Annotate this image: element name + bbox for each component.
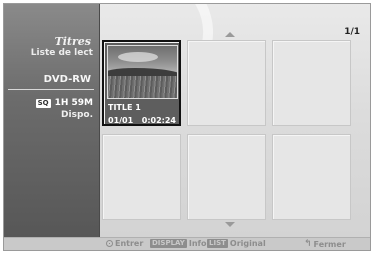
enter-hint[interactable]: Entrer <box>106 239 143 248</box>
page-indicator: 1/1 <box>344 27 360 37</box>
title-grid: TITLE 1 01/01 0:02:24 <box>102 40 352 220</box>
display-info-hint[interactable]: DISPLAY Info <box>150 239 207 248</box>
empty-slot[interactable] <box>272 40 351 126</box>
scroll-down-arrow-icon[interactable] <box>225 222 235 227</box>
list-original-hint[interactable]: LIST Original <box>207 239 266 248</box>
remaining-time-row: SQ 1H 59M <box>35 98 93 108</box>
menu-subtitle: Liste de lect <box>30 48 93 58</box>
disc-type: DVD-RW <box>43 74 91 85</box>
list-key-icon: LIST <box>207 239 228 248</box>
empty-slot[interactable] <box>187 40 266 126</box>
title-duration: 0:02:24 <box>141 116 176 125</box>
empty-slot[interactable] <box>272 134 351 220</box>
footer-hints: Entrer DISPLAY Info LIST Original ↰ Ferm… <box>4 237 370 250</box>
enter-button-icon <box>106 240 113 247</box>
return-icon: ↰ <box>304 239 312 249</box>
title-index: 01/01 <box>108 116 134 125</box>
title-thumbnail-card[interactable]: TITLE 1 01/01 0:02:24 <box>102 40 181 126</box>
empty-slot[interactable] <box>102 134 181 220</box>
empty-slot[interactable] <box>187 134 266 220</box>
quality-badge: SQ <box>35 98 51 108</box>
sidebar: Titres Liste de lect DVD-RW SQ 1H 59M Di… <box>4 4 100 237</box>
remaining-time: 1H 59M <box>54 98 93 108</box>
info-label: Info <box>188 239 207 248</box>
scroll-up-arrow-icon[interactable] <box>225 32 235 37</box>
display-key-icon: DISPLAY <box>150 239 187 248</box>
disc-status: Dispo. <box>61 110 93 120</box>
title-thumbnail-image <box>107 45 178 99</box>
close-hint[interactable]: ↰ Fermer <box>304 239 346 249</box>
original-label: Original <box>229 239 266 248</box>
sidebar-divider <box>8 89 94 90</box>
title-name: TITLE 1 <box>108 103 141 112</box>
enter-label: Entrer <box>115 239 144 248</box>
menu-title: Titres <box>54 35 91 48</box>
dvd-menu-screen: Titres Liste de lect DVD-RW SQ 1H 59M Di… <box>3 3 371 251</box>
close-label: Fermer <box>313 239 346 249</box>
